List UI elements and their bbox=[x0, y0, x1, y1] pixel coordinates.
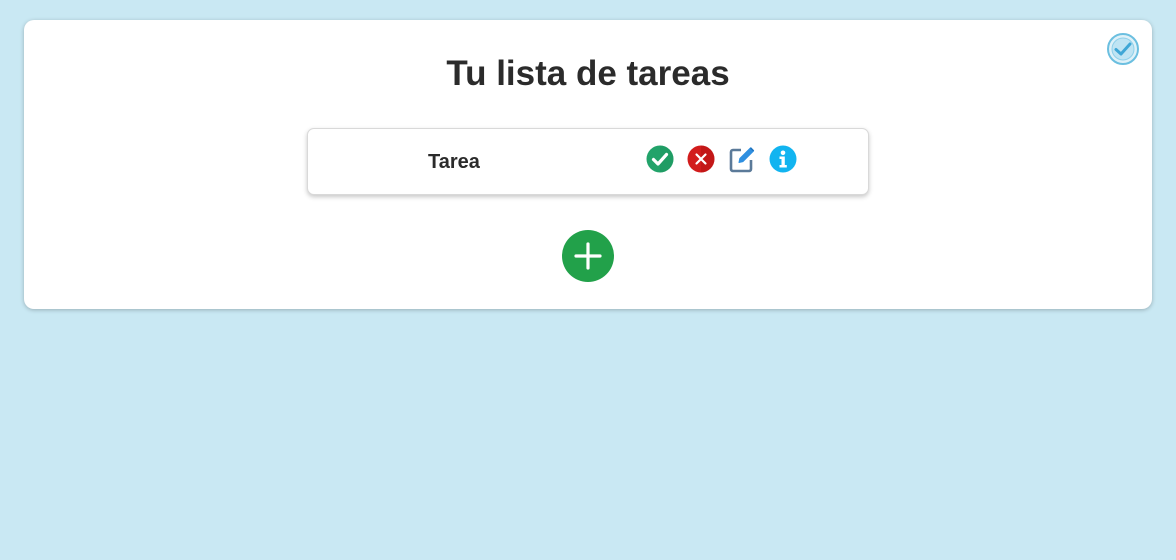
todo-card: Tu lista de tareas Tarea bbox=[24, 20, 1152, 309]
info-icon[interactable] bbox=[769, 145, 797, 173]
delete-x-icon[interactable] bbox=[687, 145, 715, 173]
task-label: Tarea bbox=[428, 151, 480, 173]
edit-icon[interactable] bbox=[728, 145, 756, 173]
add-task-button[interactable] bbox=[562, 230, 614, 282]
plus-icon bbox=[574, 242, 602, 270]
complete-check-icon[interactable] bbox=[646, 145, 674, 173]
page-title: Tu lista de tareas bbox=[446, 54, 730, 93]
task-row: Tarea bbox=[307, 128, 869, 195]
task-actions bbox=[646, 145, 797, 173]
